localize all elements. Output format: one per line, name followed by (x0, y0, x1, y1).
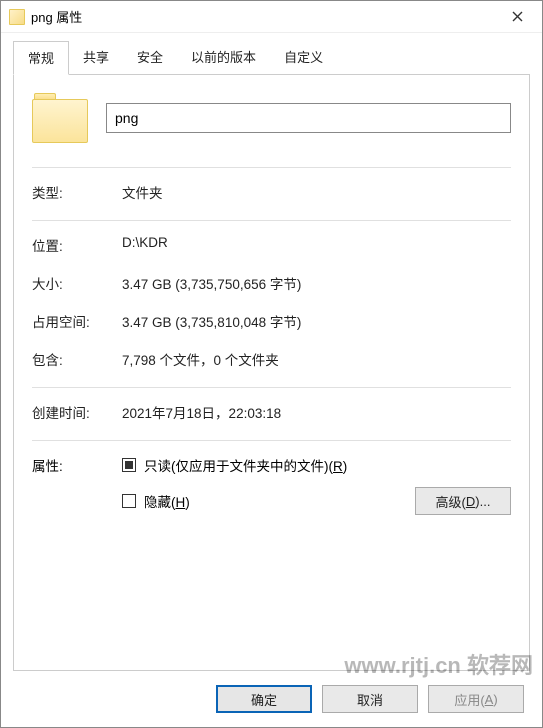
separator (32, 387, 511, 388)
label-size-on-disk: 占用空间: (32, 311, 122, 331)
value-size-on-disk: 3.47 GB (3,735,810,048 字节) (122, 311, 511, 331)
label-size: 大小: (32, 273, 122, 293)
attributes-block: 属性: 只读(仅应用于文件夹中的文件)(R) 隐藏(H) 高级(D)... (32, 455, 511, 515)
tabs-row: 常规 共享 安全 以前的版本 自定义 (13, 41, 530, 75)
checkbox-hidden[interactable] (122, 494, 136, 508)
value-location: D:\KDR (122, 235, 511, 255)
value-created: 2021年7月18日，22:03:18 (122, 402, 511, 422)
folder-icon (9, 9, 25, 25)
row-contains: 包含: 7,798 个文件，0 个文件夹 (32, 349, 511, 369)
checkbox-readonly-row[interactable]: 只读(仅应用于文件夹中的文件)(R) (122, 455, 511, 475)
titlebar[interactable]: png 属性 (1, 1, 542, 33)
label-location: 位置: (32, 235, 122, 255)
window-title: png 属性 (31, 7, 494, 26)
dialog-footer: 确定 取消 应用(A) (1, 671, 542, 727)
properties-dialog: png 属性 常规 共享 安全 以前的版本 自定义 类型: 文件夹 (0, 0, 543, 728)
apply-button[interactable]: 应用(A) (428, 685, 524, 713)
separator (32, 440, 511, 441)
tab-general[interactable]: 常规 (13, 41, 69, 75)
tabs-container: 常规 共享 安全 以前的版本 自定义 类型: 文件夹 位置: D:\KDR (1, 33, 542, 671)
separator (32, 220, 511, 221)
ok-button[interactable]: 确定 (216, 685, 312, 713)
folder-name-input[interactable] (106, 103, 511, 133)
row-created: 创建时间: 2021年7月18日，22:03:18 (32, 402, 511, 422)
row-size: 大小: 3.47 GB (3,735,750,656 字节) (32, 273, 511, 293)
row-location: 位置: D:\KDR (32, 235, 511, 255)
value-contains: 7,798 个文件，0 个文件夹 (122, 349, 511, 369)
checkbox-readonly-label: 只读(仅应用于文件夹中的文件)(R) (144, 455, 347, 475)
tab-security[interactable]: 安全 (123, 41, 177, 74)
checkbox-hidden-label: 隐藏(H) (144, 491, 190, 511)
value-size: 3.47 GB (3,735,750,656 字节) (122, 273, 511, 293)
tab-sharing[interactable]: 共享 (69, 41, 123, 74)
row-type: 类型: 文件夹 (32, 182, 511, 202)
advanced-button[interactable]: 高级(D)... (415, 487, 511, 515)
label-attributes: 属性: (32, 455, 122, 515)
cancel-button[interactable]: 取消 (322, 685, 418, 713)
value-type: 文件夹 (122, 182, 511, 202)
close-icon[interactable] (494, 2, 540, 32)
separator (32, 167, 511, 168)
folder-large-icon (32, 93, 88, 143)
row-size-on-disk: 占用空间: 3.47 GB (3,735,810,048 字节) (32, 311, 511, 331)
checkbox-readonly[interactable] (122, 458, 136, 472)
tab-previous-versions[interactable]: 以前的版本 (177, 41, 270, 74)
tab-custom[interactable]: 自定义 (270, 41, 337, 74)
tab-panel-general: 类型: 文件夹 位置: D:\KDR 大小: 3.47 GB (3,735,75… (13, 75, 530, 671)
label-contains: 包含: (32, 349, 122, 369)
label-created: 创建时间: (32, 402, 122, 422)
label-type: 类型: (32, 182, 122, 202)
checkbox-hidden-row[interactable]: 隐藏(H) (122, 491, 190, 511)
